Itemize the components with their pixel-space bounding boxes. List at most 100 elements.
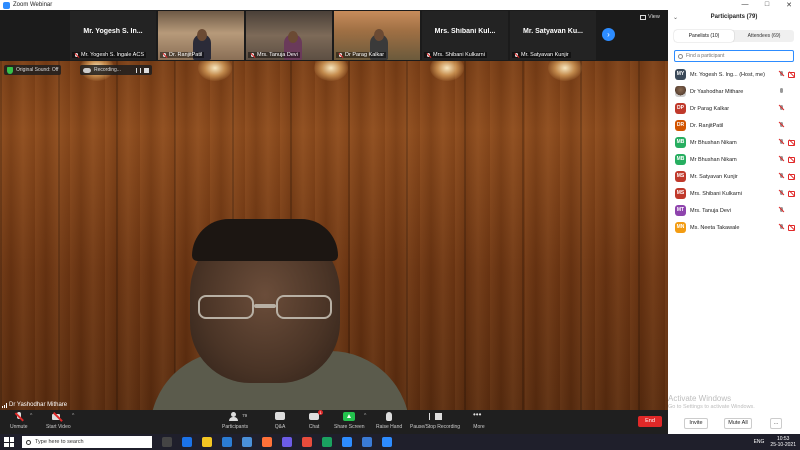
mic-muted-icon[interactable] [779, 224, 784, 231]
participant-row[interactable]: DP Dr Parag Kalkar [668, 100, 800, 117]
participant-row[interactable]: MN Ms. Neeta Takawale [668, 219, 800, 236]
original-sound-toggle[interactable]: Original Sound: Off [4, 65, 62, 75]
taskbar-app-icon[interactable] [322, 437, 332, 447]
close-button[interactable]: ✕ [778, 1, 800, 9]
pause-stop-icon [429, 412, 443, 422]
mic-muted-icon[interactable] [779, 105, 784, 112]
participant-row[interactable]: MB Mr Bhushan Nikam [668, 151, 800, 168]
audio-options-caret[interactable]: ^ [30, 413, 32, 419]
thumbnail-label: Dr Parag Kalkar [336, 52, 387, 58]
taskbar-app-icon[interactable] [202, 437, 212, 447]
next-page-button[interactable]: › [602, 28, 615, 41]
participant-search-input[interactable] [686, 53, 786, 59]
mic-icon[interactable] [779, 88, 784, 95]
video-thumbnail[interactable]: Mr. Satyavan Ku... Mr. Satyavan Kunjir [510, 11, 596, 60]
taskbar-app-icon[interactable] [162, 437, 172, 447]
unmute-button[interactable]: Unmute [10, 412, 28, 430]
thumbnail-label: Mr. Satyavan Kunjir [512, 52, 571, 58]
video-thumbnail[interactable]: Mrs. Tanuja Devi [246, 11, 332, 60]
taskbar-apps [152, 437, 392, 447]
taskbar-app-icon[interactable] [182, 437, 192, 447]
clock[interactable]: 10:53 25-10-2021 [770, 436, 796, 448]
mic-off-icon [338, 52, 343, 58]
video-off-icon [788, 190, 795, 197]
participant-status [779, 224, 795, 231]
participant-row[interactable]: MB Mr Bhushan Nikam [668, 134, 800, 151]
participants-panel: ⌄ Participants (79) Panelists (10) Atten… [668, 10, 800, 434]
mic-muted-icon[interactable] [779, 71, 784, 78]
share-screen-button[interactable]: Share Screen [334, 412, 365, 430]
video-options-caret[interactable]: ^ [72, 413, 74, 419]
view-button[interactable]: View [640, 14, 660, 20]
video-off-icon [788, 156, 795, 163]
ceiling-light [548, 61, 582, 81]
minimize-button[interactable]: — [734, 1, 756, 9]
participant-status [779, 190, 795, 197]
mic-muted-icon[interactable] [779, 156, 784, 163]
mic-muted-icon[interactable] [779, 207, 784, 214]
mic-off-icon [74, 52, 79, 58]
taskbar-app-icon[interactable] [262, 437, 272, 447]
stop-icon[interactable] [143, 67, 149, 73]
start-video-button[interactable]: Start Video [46, 412, 71, 430]
video-thumbnail[interactable]: Mr. Yogesh S. In... Mr. Yogesh S. Ingale… [70, 11, 156, 60]
video-thumbnail[interactable]: Dr. RanjitPatil [158, 11, 244, 60]
taskbar-app-icon[interactable] [282, 437, 292, 447]
share-options-caret[interactable]: ^ [364, 413, 366, 419]
meeting-toolbar: Unmute ^ Start Video ^ 79 Participants Q… [0, 410, 668, 434]
mic-muted-icon[interactable] [779, 122, 784, 129]
invite-button[interactable]: Invite [684, 418, 708, 429]
raise-hand-button[interactable]: Raise Hand [376, 412, 402, 430]
video-thumbnail[interactable]: Mrs. Shibani Kul... Mrs. Shibani Kulkarn… [422, 11, 508, 60]
camera-off-icon [52, 412, 64, 422]
participant-row[interactable]: DR Dr. RanjitPatil [668, 117, 800, 134]
participant-name: Dr Yashodhar Mithare [690, 88, 744, 95]
video-off-icon [788, 71, 795, 78]
qa-button[interactable]: Q&A [274, 412, 286, 430]
participant-status [779, 88, 795, 95]
qa-icon [274, 412, 286, 422]
taskbar-search[interactable]: Type here to search [22, 436, 152, 448]
chat-button[interactable]: 1 Chat [308, 410, 324, 430]
mic-muted-icon[interactable] [779, 139, 784, 146]
mute-all-button[interactable]: Mute All [724, 418, 752, 429]
panel-more-button[interactable]: ... [770, 418, 782, 429]
end-button[interactable]: End [638, 416, 662, 427]
more-button[interactable]: More [473, 410, 485, 430]
ceiling-light [198, 61, 232, 81]
participant-row[interactable]: MS Mr. Satyavan Kunjir [668, 168, 800, 185]
thumbnail-strip: Mr. Yogesh S. In... Mr. Yogesh S. Ingale… [0, 10, 668, 61]
mic-muted-icon[interactable] [779, 190, 784, 197]
participant-row[interactable]: Dr Yashodhar Mithare [668, 83, 800, 100]
thumbnail-label: Mr. Yogesh S. Ingale ACS [72, 52, 146, 58]
tab-attendees[interactable]: Attendees (69) [734, 30, 794, 42]
taskbar-app-icon[interactable] [242, 437, 252, 447]
participant-status [779, 207, 795, 214]
taskbar-app-icon[interactable] [382, 437, 392, 447]
taskbar-app-icon[interactable] [342, 437, 352, 447]
tab-panelists[interactable]: Panelists (10) [674, 30, 734, 42]
language-indicator[interactable]: ENG [754, 439, 765, 445]
participants-button[interactable]: 79 Participants [222, 412, 248, 430]
video-off-icon [788, 173, 795, 180]
thumbnail-name: Mr. Satyavan Ku... [523, 28, 583, 35]
participant-name: Mr Bhushan Nikam [690, 139, 737, 146]
taskbar-app-icon[interactable] [362, 437, 372, 447]
participant-row[interactable]: MY Mr. Yogesh S. Ing... (Host, me) [668, 66, 800, 83]
video-thumbnail[interactable]: Dr Parag Kalkar [334, 11, 420, 60]
pause-stop-recording-button[interactable]: Pause/Stop Recording [410, 412, 460, 430]
participant-search[interactable] [674, 50, 794, 62]
participant-row[interactable]: MS Mrs. Shibani Kulkarni [668, 185, 800, 202]
taskbar-app-icon[interactable] [222, 437, 232, 447]
pause-icon[interactable] [135, 67, 141, 73]
participant-row[interactable]: MT Mrs. Tanuja Devi [668, 202, 800, 219]
share-screen-icon [343, 412, 356, 422]
mic-off-icon [514, 52, 519, 58]
taskbar-app-icon[interactable] [302, 437, 312, 447]
maximize-button[interactable]: □ [756, 1, 778, 9]
mic-muted-icon[interactable] [779, 173, 784, 180]
avatar: MS [675, 188, 686, 199]
participant-name: Mr. Satyavan Kunjir [690, 173, 738, 180]
participants-icon: 79 [229, 412, 247, 422]
windows-start-icon[interactable] [4, 437, 14, 447]
